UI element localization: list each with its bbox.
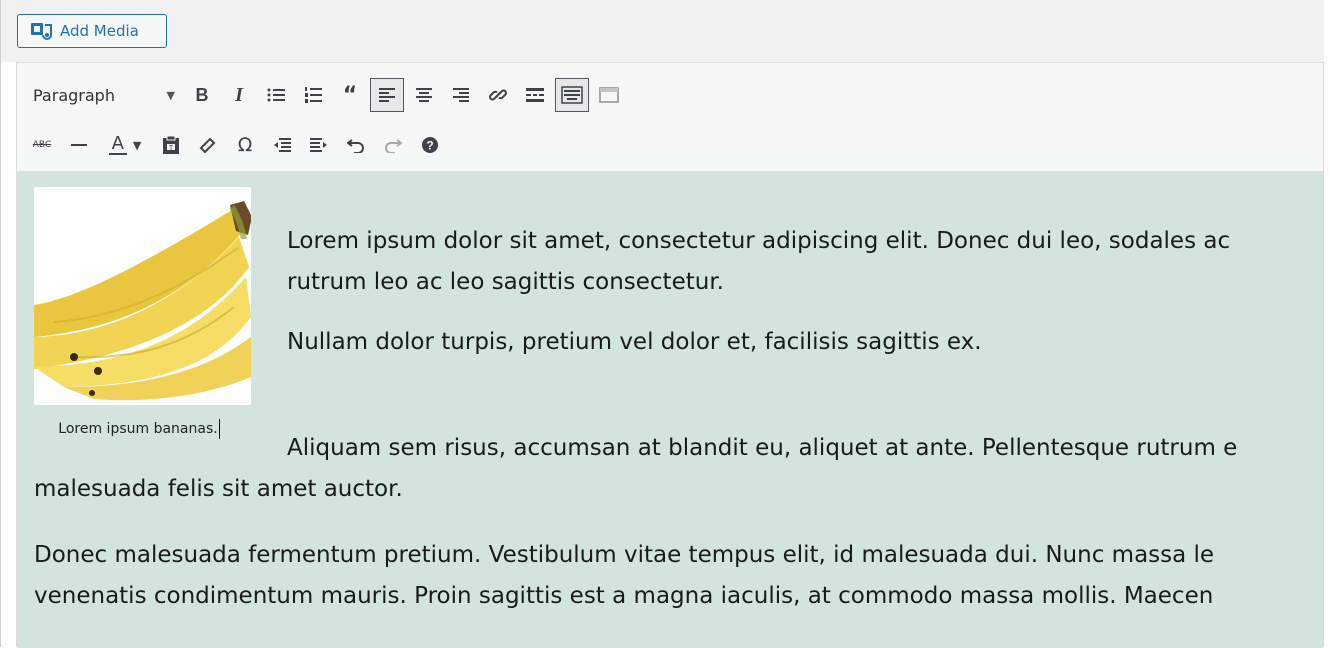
editor-content-area[interactable]: Lorem ipsum bananas. Lorem ipsum dolor s… xyxy=(17,171,1323,648)
bullet-list-button[interactable] xyxy=(259,78,293,112)
paragraph-4-line-2: venenatis condimentum mauris. Proin sagi… xyxy=(34,583,1214,609)
read-more-button[interactable] xyxy=(518,78,552,112)
blockquote-button[interactable]: “ xyxy=(333,78,367,112)
paste-as-text-button[interactable]: T xyxy=(154,128,188,162)
chevron-down-icon: ▼ xyxy=(132,138,142,152)
distraction-free-button[interactable] xyxy=(592,78,626,112)
align-center-icon xyxy=(416,88,432,102)
strikethrough-button[interactable]: ABC xyxy=(25,128,59,162)
toolbar-row-2: ABC A ▼ T Ω ? xyxy=(25,126,450,164)
image-caption-text: Lorem ipsum bananas. xyxy=(58,421,218,437)
bullet-list-icon xyxy=(267,88,285,102)
blockquote-icon: “ xyxy=(342,82,358,108)
decrease-indent-button[interactable] xyxy=(265,128,299,162)
undo-button[interactable] xyxy=(339,128,373,162)
keyboard-icon xyxy=(561,86,583,104)
omega-icon: Ω xyxy=(237,134,253,156)
align-center-button[interactable] xyxy=(407,78,441,112)
text-color-icon: A xyxy=(108,135,127,155)
align-left-icon xyxy=(379,88,395,102)
italic-icon: I xyxy=(235,83,243,106)
chevron-down-icon: ▼ xyxy=(166,88,175,102)
format-select[interactable]: Paragraph ▼ xyxy=(25,79,185,111)
paragraph-1-line-2: rutrum leo ac leo sagittis consectetur. xyxy=(287,269,724,295)
text-color-button[interactable]: A ▼ xyxy=(99,128,151,162)
toolbar-row-1: Paragraph ▼ B I “ xyxy=(25,76,629,114)
special-character-button[interactable]: Ω xyxy=(228,128,262,162)
banana-image[interactable] xyxy=(34,187,251,405)
help-button[interactable]: ? xyxy=(413,128,447,162)
editor-toolbar: Paragraph ▼ B I “ ABC A ▼ T Ω ? xyxy=(17,63,1323,172)
eraser-icon xyxy=(199,137,216,154)
align-left-button[interactable] xyxy=(370,78,404,112)
redo-icon xyxy=(385,139,402,153)
outdent-icon xyxy=(274,138,291,152)
tinymce-editor: Paragraph ▼ B I “ ABC A ▼ T Ω ? Lorem ip… xyxy=(16,62,1324,648)
svg-text:?: ? xyxy=(426,139,433,153)
link-icon xyxy=(489,89,507,101)
fullscreen-icon xyxy=(599,87,619,103)
italic-button[interactable]: I xyxy=(222,78,256,112)
paragraph-4-line-1: Donec malesuada fermentum pretium. Vesti… xyxy=(34,542,1215,568)
svg-text:T: T xyxy=(169,145,174,152)
clipboard-icon: T xyxy=(163,135,179,154)
paragraph-2: Nullam dolor turpis, pretium vel dolor e… xyxy=(287,329,982,355)
help-icon: ? xyxy=(422,137,438,153)
clear-formatting-button[interactable] xyxy=(191,128,225,162)
indent-icon xyxy=(310,138,327,152)
format-select-value: Paragraph xyxy=(33,85,115,105)
paragraph-1-line-1: Lorem ipsum dolor sit amet, consectetur … xyxy=(287,228,1231,254)
toolbar-toggle-button[interactable] xyxy=(555,78,589,112)
align-right-icon xyxy=(453,88,469,102)
insert-link-button[interactable] xyxy=(481,78,515,112)
image-figure[interactable]: Lorem ipsum bananas. xyxy=(34,187,251,439)
redo-button[interactable] xyxy=(376,128,410,162)
strikethrough-icon: ABC xyxy=(32,140,52,150)
undo-icon xyxy=(347,139,364,153)
media-buttons-bar: Add Media xyxy=(1,0,1324,62)
paragraph-3-line-2: malesuada felis sit amet auctor. xyxy=(34,476,403,502)
align-right-button[interactable] xyxy=(444,78,478,112)
bold-button[interactable]: B xyxy=(185,78,219,112)
numbered-list-icon xyxy=(305,87,322,103)
text-cursor xyxy=(218,419,220,439)
image-caption[interactable]: Lorem ipsum bananas. xyxy=(34,419,244,439)
numbered-list-button[interactable] xyxy=(296,78,330,112)
horizontal-line-button[interactable] xyxy=(62,128,96,162)
add-media-button[interactable]: Add Media xyxy=(17,14,167,48)
bold-icon: B xyxy=(195,84,209,105)
paragraph-3-line-1: Aliquam sem risus, accumsan at blandit e… xyxy=(287,435,1238,461)
horizontal-line-icon xyxy=(71,144,87,146)
add-media-label: Add Media xyxy=(60,22,139,40)
read-more-icon xyxy=(526,88,544,102)
increase-indent-button[interactable] xyxy=(302,128,336,162)
add-media-icon xyxy=(30,21,52,41)
